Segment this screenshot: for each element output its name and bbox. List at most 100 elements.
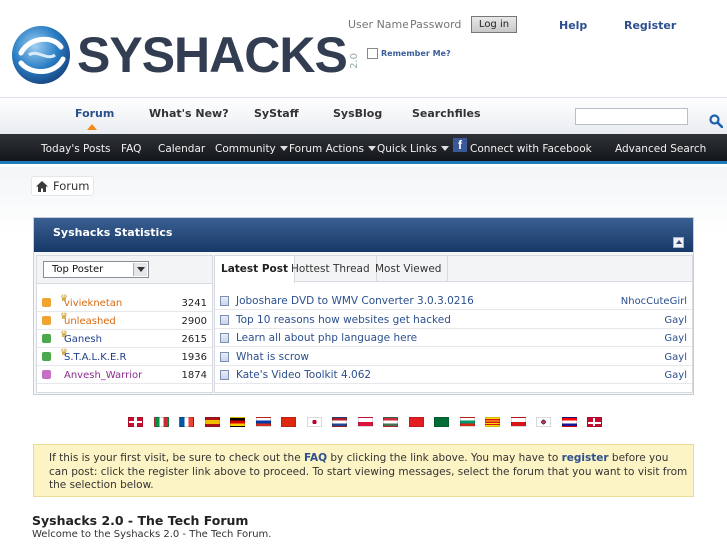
notice-part-2: by clicking the link above. You may have… — [327, 452, 562, 464]
stat-type-value: Top Poster — [52, 264, 104, 275]
poster-name-link[interactable]: unleashed — [64, 316, 116, 327]
list-item: ♛ Ganesh 2615 — [37, 330, 212, 348]
flag-croatia-icon[interactable] — [561, 417, 577, 427]
tab-latest-post[interactable]: Latest Post — [215, 256, 296, 283]
statistics-header: Syshacks Statistics — [34, 218, 693, 252]
search-icon[interactable] — [709, 114, 723, 128]
site-logo[interactable]: SYSHACKS 2.0 — [9, 20, 360, 90]
facebook-icon[interactable]: f — [453, 138, 467, 152]
thread-title-link[interactable]: Learn all about php language here — [236, 332, 417, 344]
posts-tabs: Latest Post Hottest Thread Most Viewed — [215, 256, 692, 283]
post-count: 2615 — [181, 334, 207, 345]
subnav-advanced-search[interactable]: Advanced Search — [615, 143, 706, 155]
flag-korea-icon[interactable] — [536, 417, 551, 427]
thread-icon — [220, 351, 229, 362]
search-input[interactable] — [575, 108, 688, 125]
thread-title-link[interactable]: What is scrow — [236, 351, 309, 363]
thread-user-link[interactable]: NhocCuteGirl — [621, 296, 687, 307]
remember-me[interactable]: Remember Me? — [367, 48, 451, 59]
poster-name-link[interactable]: vivieknetan — [64, 298, 122, 309]
login-button[interactable]: Log in — [471, 16, 517, 33]
collapse-icon[interactable] — [673, 237, 684, 248]
list-item: Top 10 reasons how websites get hacked Ga… — [215, 311, 692, 329]
flag-albania-icon[interactable] — [408, 417, 424, 427]
list-item: Kate's Video Toolkit 4.062 Gayl — [215, 366, 692, 384]
forum-title: Syshacks 2.0 - The Tech Forum — [32, 513, 249, 528]
tab-sysblog[interactable]: SysBlog — [333, 107, 382, 120]
post-count: 1874 — [181, 370, 207, 381]
thread-title-link[interactable]: Kate's Video Toolkit 4.062 — [236, 369, 371, 381]
flag-bulgaria-icon[interactable] — [459, 417, 475, 427]
flag-uk-icon[interactable] — [128, 417, 143, 427]
breadcrumb-label: Forum — [53, 179, 90, 193]
list-item: ♛ vivieknetan 3241 — [37, 294, 212, 312]
flag-france-icon[interactable] — [179, 417, 194, 427]
flag-italy-icon[interactable] — [153, 417, 169, 427]
tab-whats-new[interactable]: What's New? — [149, 107, 229, 120]
welcome-notice: If this is your first visit, be sure to … — [33, 444, 694, 497]
logo-text: SYSHACKS — [77, 27, 348, 83]
site-header: SYSHACKS 2.0 Log in Remember Me? Help Re… — [0, 0, 727, 97]
thread-user-link[interactable]: Gayl — [664, 315, 687, 326]
stat-type-select[interactable]: Top Poster — [43, 261, 149, 278]
flag-denmark-icon[interactable] — [587, 417, 602, 427]
forum-description: Welcome to the Syshacks 2.0 - The Tech F… — [32, 529, 272, 540]
thread-title-link[interactable]: Joboshare DVD to WMV Converter 3.0.3.021… — [236, 295, 474, 307]
breadcrumb[interactable]: Forum — [31, 176, 95, 196]
subnav-community[interactable]: Community — [215, 143, 288, 155]
poster-name-link[interactable]: S.T.A.L.K.E.R — [64, 352, 126, 363]
flag-spain-icon[interactable] — [204, 417, 220, 427]
help-link[interactable]: Help — [559, 19, 587, 32]
flag-poland-icon[interactable] — [357, 417, 373, 427]
flag-russia-icon[interactable] — [255, 417, 271, 427]
flag-saudi-icon[interactable] — [434, 417, 449, 427]
posts-panel: Latest Post Hottest Thread Most Viewed J… — [214, 255, 693, 393]
subnav-todays-posts[interactable]: Today's Posts — [41, 143, 111, 155]
chevron-down-icon[interactable] — [133, 263, 147, 276]
tab-searchfiles[interactable]: Searchfiles — [412, 107, 481, 120]
flag-catalonia-icon[interactable] — [485, 417, 500, 427]
poster-name-link[interactable]: Ganesh — [64, 334, 102, 345]
thread-title-link[interactable]: Top 10 reasons how websites get hacked — [236, 314, 451, 326]
chevron-down-icon — [441, 146, 450, 151]
faq-link[interactable]: FAQ — [304, 452, 327, 464]
thread-user-link[interactable]: Gayl — [664, 352, 687, 363]
flag-japan-icon[interactable] — [306, 417, 322, 427]
statistics-title: Syshacks Statistics — [53, 226, 173, 239]
thread-user-link[interactable]: Gayl — [664, 370, 687, 381]
top-poster-panel: Top Poster ♛ vivieknetan 3241 ♛ unleashed 290… — [36, 255, 213, 393]
notice-register-link[interactable]: register — [562, 452, 609, 464]
remember-checkbox[interactable] — [367, 48, 378, 59]
flag-germany-icon[interactable] — [230, 417, 245, 427]
subnav-calendar[interactable]: Calendar — [158, 143, 205, 155]
tab-most-viewed[interactable]: Most Viewed — [369, 256, 449, 282]
globe-logo-icon — [12, 26, 70, 84]
list-item: What is scrow Gayl — [215, 348, 692, 366]
post-count: 1936 — [181, 352, 207, 363]
top-poster-panel-header: Top Poster — [37, 256, 212, 284]
notice-part-1: If this is your first visit, be sure to … — [49, 452, 304, 464]
subnav-faq[interactable]: FAQ — [121, 143, 141, 155]
subnav-quick-links[interactable]: Quick Links — [377, 143, 450, 155]
post-count: 2900 — [181, 316, 207, 327]
register-link[interactable]: Register — [624, 19, 676, 32]
post-count: 3241 — [181, 298, 207, 309]
thread-user-link[interactable]: Gayl — [664, 333, 687, 344]
password-field[interactable] — [410, 14, 468, 34]
thread-icon — [220, 370, 229, 380]
rank-icon — [42, 298, 51, 307]
subnav-forum-actions-label: Forum Actions — [289, 143, 364, 155]
flag-czech-icon[interactable] — [510, 417, 526, 427]
flag-netherlands-icon[interactable] — [332, 417, 347, 427]
poster-name-link[interactable]: Anvesh_Warrior — [64, 370, 142, 381]
subnav-connect-facebook[interactable]: Connect with Facebook — [470, 143, 592, 155]
tab-hottest-thread[interactable]: Hottest Thread — [285, 256, 377, 282]
subnav-forum-actions[interactable]: Forum Actions — [289, 143, 376, 155]
tab-forum[interactable]: Forum — [75, 107, 114, 120]
remember-label: Remember Me? — [381, 49, 451, 58]
username-field[interactable] — [348, 14, 408, 34]
flag-china-icon[interactable] — [281, 417, 296, 427]
subnav-quick-links-label: Quick Links — [377, 143, 438, 155]
tab-systaff[interactable]: SyStaff — [254, 107, 299, 120]
flag-hungary-icon[interactable] — [383, 417, 398, 427]
